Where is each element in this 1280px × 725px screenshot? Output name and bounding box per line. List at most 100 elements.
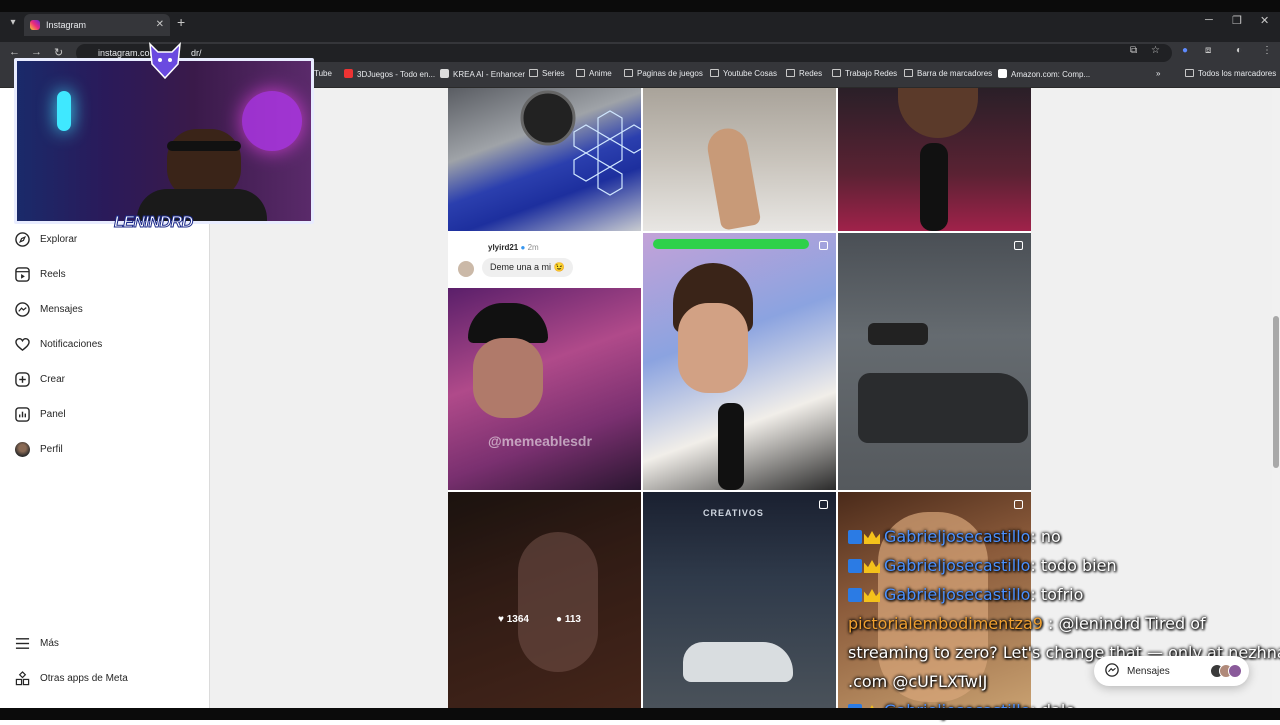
- progress-bar-graphic: [653, 239, 809, 249]
- extensions-icon[interactable]: ⧈: [1205, 45, 1211, 56]
- profile-avatar-icon[interactable]: ◐: [1236, 45, 1242, 56]
- 3djuegos-icon: [344, 69, 353, 78]
- post-thumbnail-streamer-glasses[interactable]: [643, 233, 836, 490]
- top-letterbox: [0, 0, 1280, 12]
- carousel-icon: [819, 500, 828, 509]
- post-thumbnail-woman-hover[interactable]: ♥ 1364 ● 113: [448, 492, 641, 708]
- cast-icon[interactable]: ⧉: [1130, 45, 1137, 56]
- post-thumbnail-gta-car[interactable]: [838, 233, 1031, 490]
- comment-header: ylyird21 ● 2m: [488, 243, 539, 252]
- bookmark-trabajo-redes[interactable]: Trabajo Redes: [832, 69, 897, 78]
- folder-icon: [710, 69, 719, 77]
- compass-icon: [14, 231, 30, 247]
- tab-instagram[interactable]: Instagram ✕: [24, 14, 170, 36]
- sidebar-item-mas[interactable]: Más: [14, 631, 59, 655]
- bookmark-youtube[interactable]: Tube: [314, 69, 332, 78]
- sidebar-item-label: Perfil: [40, 443, 63, 455]
- moderator-badge-icon: [848, 588, 862, 602]
- neon-light-graphic: [242, 91, 302, 151]
- window-close-icon[interactable]: ✕: [1260, 14, 1269, 27]
- bookmark-paginas-juegos[interactable]: Paginas de juegos: [624, 69, 703, 78]
- chat-text: : tofrio: [1030, 585, 1084, 604]
- chat-text: .com @cUFLXTwIJ: [848, 672, 988, 691]
- avatar-icon: [14, 441, 30, 457]
- sidebar-item-label: Más: [40, 637, 59, 649]
- sidebar-item-meta-apps[interactable]: Otras apps de Meta: [14, 666, 128, 690]
- back-icon[interactable]: ←: [9, 46, 20, 58]
- person-graphic: [898, 88, 978, 138]
- sidebar-item-panel[interactable]: Panel: [14, 402, 66, 426]
- bookmark-barra-marcadores[interactable]: Barra de marcadores: [904, 69, 992, 78]
- folder-icon: [529, 69, 538, 77]
- hover-overlay: [448, 492, 641, 708]
- crown-badge-icon: [864, 560, 880, 573]
- sidebar-item-notificaciones[interactable]: Notificaciones: [14, 332, 102, 356]
- folder-icon: [576, 69, 585, 77]
- krea-icon: [440, 69, 449, 78]
- tab-search-icon[interactable]: ▾: [6, 17, 20, 31]
- new-tab-button[interactable]: +: [177, 14, 185, 30]
- bookmark-amazon[interactable]: Amazon.com: Comp...: [998, 69, 1090, 79]
- bookmark-series[interactable]: Series: [529, 69, 565, 78]
- bookmark-krea[interactable]: KREA AI - Enhancer: [440, 69, 525, 79]
- carousel-icon: [1014, 241, 1023, 250]
- minimize-icon[interactable]: ─: [1205, 14, 1213, 26]
- meme-image: @memeablesdr: [448, 288, 641, 490]
- chat-text: : no: [1030, 527, 1061, 546]
- lamp-graphic: [57, 91, 71, 131]
- cap-graphic: [468, 303, 548, 343]
- restore-icon[interactable]: ❐: [1232, 14, 1242, 27]
- bookmark-youtube-cosas[interactable]: Youtube Cosas: [710, 69, 777, 78]
- chat-text: : @lenindrd Tired of: [1042, 614, 1206, 633]
- streamer-glasses-graphic: [167, 141, 241, 151]
- post-thumbnail-comment-meme[interactable]: ylyird21 ● 2m Deme una a mi 😉 @memeables…: [448, 233, 641, 490]
- moderator-badge-icon: [848, 530, 862, 544]
- bookmark-3djuegos[interactable]: 3DJuegos - Todo en...: [344, 69, 435, 79]
- post-thumbnail-streamer-mic[interactable]: [838, 88, 1031, 231]
- bookmark-star-icon[interactable]: ☆: [1151, 45, 1160, 56]
- chat-username: pictorialembodimentza9: [848, 614, 1043, 633]
- white-car-graphic: [683, 642, 793, 682]
- car-graphic: [868, 323, 928, 345]
- post-thumbnail-gta-creativos[interactable]: CREATIVOS: [643, 492, 836, 708]
- extension-circle-icon[interactable]: ●: [1182, 45, 1188, 56]
- post-thumbnail-hand[interactable]: [643, 88, 836, 231]
- sidebar-item-label: Panel: [40, 408, 66, 420]
- microphone-graphic: [920, 143, 948, 231]
- heart-icon: [14, 336, 30, 352]
- chat-message: Gabrieljosecastillo: todo bien: [848, 551, 1280, 580]
- chat-username: Gabrieljosecastillo: [884, 527, 1031, 546]
- hand-graphic: [704, 125, 762, 231]
- sidebar-item-crear[interactable]: Crear: [14, 367, 65, 391]
- bookmark-redes[interactable]: Redes: [786, 69, 822, 78]
- forward-icon[interactable]: →: [31, 46, 42, 58]
- moderator-badge-icon: [848, 559, 862, 573]
- comments-count: ● 113: [556, 614, 581, 625]
- sidebar-item-label: Crear: [40, 373, 66, 385]
- scrollbar-thumb[interactable]: [1273, 316, 1279, 468]
- bottom-letterbox: [0, 708, 1280, 720]
- messenger-icon: [1105, 662, 1119, 680]
- comment-bubble: Deme una a mi 😉: [482, 258, 573, 277]
- sidebar-item-label: Explorar: [40, 233, 78, 245]
- sidebar-item-explorar[interactable]: Explorar: [14, 227, 77, 251]
- chat-message: Gabrieljosecastillo: tofrio: [848, 580, 1280, 609]
- plus-square-icon: [14, 371, 30, 387]
- comment-bubble-icon: ●: [556, 614, 563, 625]
- tab-close-icon[interactable]: ✕: [156, 14, 164, 36]
- game-label: CREATIVOS: [703, 508, 764, 518]
- bookmarks-overflow-icon[interactable]: »: [1156, 69, 1160, 78]
- stream-chat-overlay: Gabrieljosecastillo: no Gabrieljosecasti…: [848, 522, 1280, 725]
- sidebar-item-label: Notificaciones: [40, 338, 103, 350]
- face-graphic: [473, 338, 543, 418]
- messages-floating-button[interactable]: Mensajes: [1094, 656, 1249, 686]
- browser-menu-icon[interactable]: ⋮: [1262, 45, 1272, 56]
- crown-badge-icon: [864, 589, 880, 602]
- bookmark-anime[interactable]: Anime: [576, 69, 612, 78]
- folder-icon: [904, 69, 913, 77]
- sidebar-item-mensajes[interactable]: Mensajes: [14, 297, 83, 321]
- post-thumbnail-car[interactable]: [448, 88, 641, 231]
- sidebar-item-perfil[interactable]: Perfil: [14, 437, 63, 461]
- bookmark-all[interactable]: Todos los marcadores: [1185, 69, 1276, 78]
- sidebar-item-reels[interactable]: Reels: [14, 262, 66, 286]
